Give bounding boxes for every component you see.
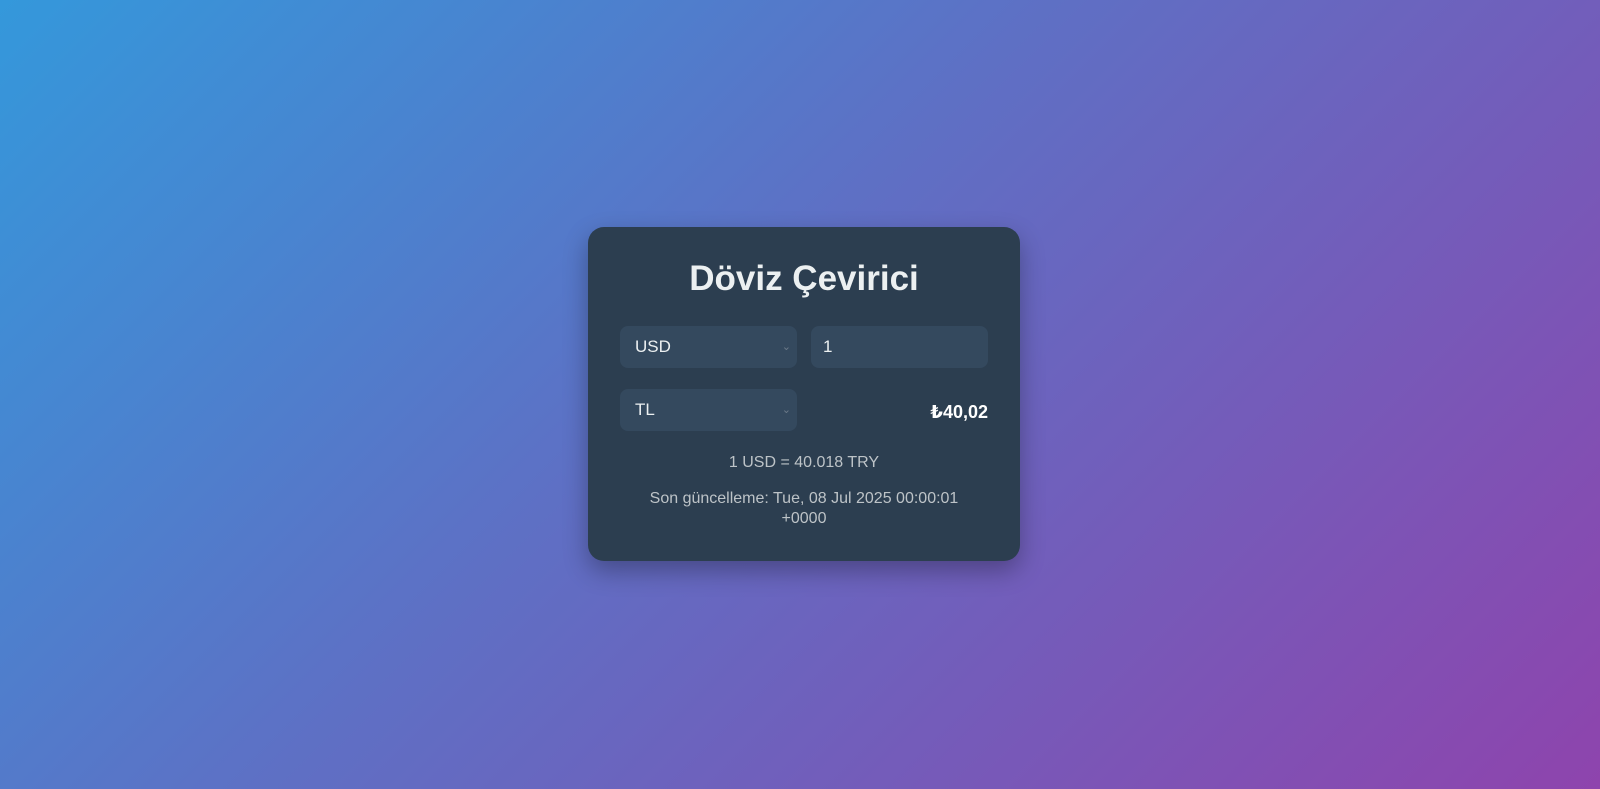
exchange-rate-text: 1 USD = 40.018 TRY bbox=[728, 454, 880, 471]
page-title: Döviz Çevirici bbox=[689, 259, 919, 298]
from-currency-select[interactable]: USD ⌄ bbox=[620, 326, 797, 368]
chevron-down-icon: ⌄ bbox=[781, 341, 791, 353]
chevron-down-icon: ⌄ bbox=[781, 404, 791, 416]
from-row: USD ⌄ bbox=[620, 326, 988, 368]
to-currency-select[interactable]: TL ⌄ bbox=[620, 389, 797, 431]
amount-input[interactable] bbox=[811, 326, 988, 368]
last-updated-text: Son güncelleme: Tue, 08 Jul 2025 00:00:0… bbox=[649, 490, 959, 527]
to-row: TL ⌄ ₺40,02 bbox=[620, 389, 988, 431]
from-currency-value: USD bbox=[635, 337, 671, 356]
to-currency-value: TL bbox=[635, 400, 655, 419]
converted-result: ₺40,02 bbox=[930, 402, 988, 422]
converter-card: Döviz Çevirici USD ⌄ TL ⌄ ₺40,02 1 USD =… bbox=[588, 227, 1020, 561]
